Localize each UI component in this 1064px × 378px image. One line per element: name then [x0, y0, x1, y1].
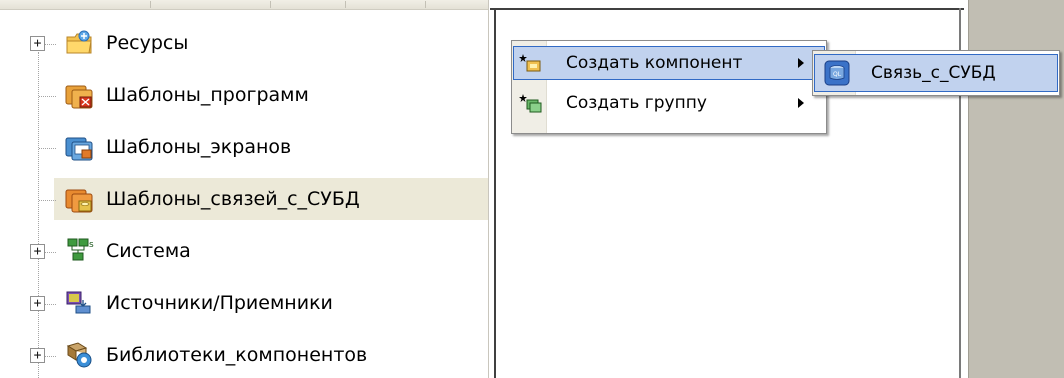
svg-text:s: s — [89, 240, 94, 250]
tree-item-component-library[interactable]: + Библиотеки_компонентов — [0, 330, 488, 378]
tree-view[interactable]: + Ресурсы Шаблоны_программ Шаблоны_экран… — [0, 0, 489, 378]
create-component-icon — [519, 54, 541, 72]
dbms-templates-icon — [65, 189, 93, 213]
system-network-icon: s — [67, 238, 94, 261]
create-group-icon — [519, 94, 542, 113]
tree-item-label: Ресурсы — [106, 32, 189, 54]
svg-text:QL: QL — [833, 71, 842, 78]
tree-header-strip — [0, 0, 488, 10]
expand-toggle[interactable]: + — [30, 296, 45, 311]
folder-resources-icon — [66, 30, 92, 54]
context-menu: Создать компонент Создать группу — [511, 40, 827, 134]
app-window: + Ресурсы Шаблоны_программ Шаблоны_экран… — [0, 0, 1064, 378]
menu-item-label: Связь_с_СУБД — [871, 63, 996, 83]
tree-item-label: Шаблоны_экранов — [106, 136, 292, 158]
tree-item-screen-templates[interactable]: Шаблоны_экранов — [0, 122, 488, 174]
tree-item-label: Библиотеки_компонентов — [106, 344, 368, 366]
expand-toggle[interactable]: + — [30, 36, 45, 51]
tree-item-dbms-templates[interactable]: Шаблоны_связей_с_СУБД — [0, 174, 488, 226]
tree-item-program-templates[interactable]: Шаблоны_программ — [0, 70, 488, 122]
tree-item-system[interactable]: + s Система — [0, 226, 488, 278]
submenu-arrow-icon — [798, 58, 804, 68]
component-library-icon — [66, 342, 92, 368]
tree-item-label: Источники/Приемники — [106, 292, 333, 314]
menu-item-dbms-link[interactable]: QL Связь_с_СУБД — [813, 53, 1059, 93]
tree-item-label: Шаблоны_связей_с_СУБД — [106, 188, 360, 210]
tree-item-resources[interactable]: + Ресурсы — [0, 18, 488, 70]
submenu: QL Связь_с_СУБД — [812, 50, 1060, 96]
program-templates-icon — [65, 85, 93, 109]
expand-toggle[interactable]: + — [30, 244, 45, 259]
sources-receivers-icon — [66, 291, 91, 314]
tree-item-sources-receivers[interactable]: + Источники/Приемники — [0, 278, 488, 330]
database-link-icon: QL — [824, 60, 850, 86]
menu-item-label: Создать компонент — [566, 53, 743, 73]
menu-item-label: Создать группу — [566, 93, 707, 113]
menu-item-create-group[interactable]: Создать группу — [512, 85, 826, 121]
submenu-arrow-icon — [798, 98, 804, 108]
tree-item-label: Система — [106, 240, 191, 262]
menu-item-create-component[interactable]: Создать компонент — [512, 45, 826, 81]
tree-item-label: Шаблоны_программ — [106, 84, 309, 106]
expand-toggle[interactable]: + — [30, 348, 45, 363]
screen-templates-icon — [65, 137, 93, 161]
